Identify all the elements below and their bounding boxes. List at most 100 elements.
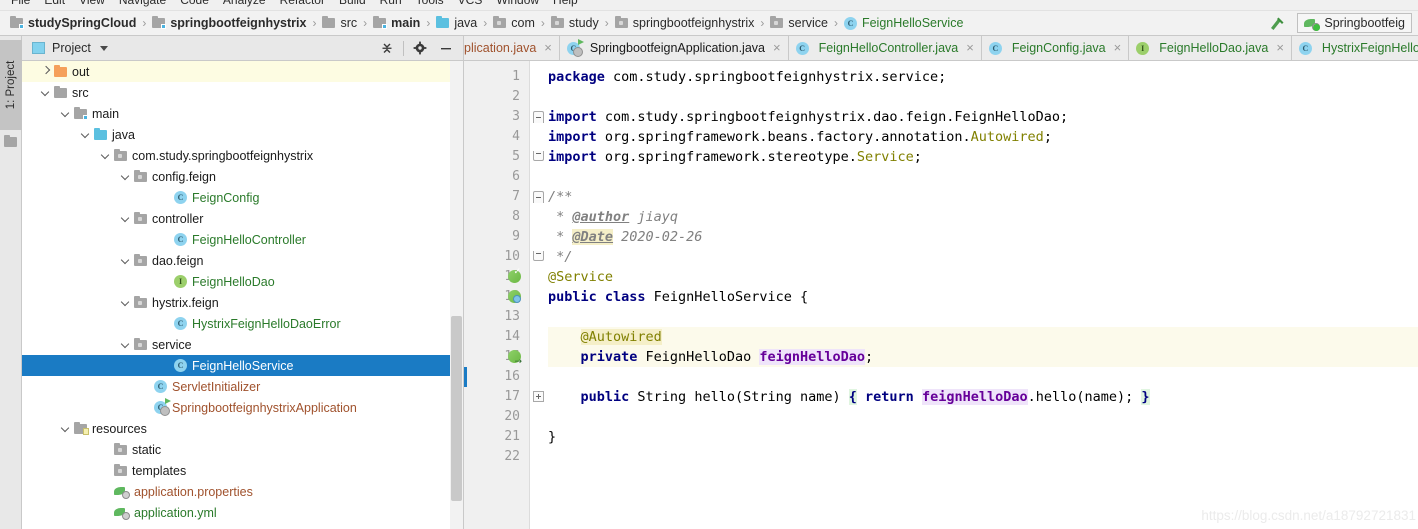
tree-node-feignhelloservice[interactable]: C FeignHelloService [22,355,450,376]
editor-tab-hystrixfeignhello[interactable]: C HystrixFeignHello [1291,36,1418,60]
tree-node-service[interactable]: service [22,334,450,355]
breadcrumb-item-springbootfeignhystrix[interactable]: springbootfeignhystrix [614,16,754,30]
fold-expand-method-icon[interactable] [533,391,544,402]
breadcrumb-item-java[interactable]: java [436,16,477,30]
menu-item-code[interactable]: Code [173,0,216,6]
editor-tab-springbootfeignapplication-java[interactable]: C SpringbootfeignApplication.java × [559,36,789,60]
menu-item-file[interactable]: File [4,0,37,6]
tool-window-tab-project[interactable]: 1: Project [0,40,22,130]
menu-item-run[interactable]: Run [373,0,409,6]
chevron-down-icon[interactable] [120,339,131,350]
spring-leaf-icon [577,38,584,45]
fold-javadoc-start-icon[interactable] [533,191,544,203]
breadcrumb-item-service[interactable]: service [770,16,828,30]
spring-autowire-icon[interactable] [508,350,522,367]
tree-node-application-properties[interactable]: application.properties [22,481,450,502]
code-token: ; [1043,129,1052,145]
scrollbar-thumb[interactable] [451,316,462,501]
menu-item-refactor[interactable]: Refactor [273,0,332,6]
chevron-down-icon[interactable] [100,150,111,161]
line-number-22: 22 [504,449,520,464]
tree-node-hystrix-feign[interactable]: hystrix.feign [22,292,450,313]
close-icon[interactable]: × [966,41,974,54]
chevron-down-icon[interactable] [120,297,131,308]
tree-node-dao-feign[interactable]: dao.feign [22,250,450,271]
editor-code-area[interactable]: package com.study.springbootfeignhystrix… [548,61,1418,529]
chevron-down-icon[interactable] [60,108,71,119]
editor-tab-feignhellodao-java[interactable]: I FeignHelloDao.java × [1129,36,1292,60]
breadcrumb-item-studyspringcloud[interactable]: studySpringCloud [10,16,136,30]
breadcrumb-item-study[interactable]: study [550,16,599,30]
tree-node-springbootfeignhystrixapplication[interactable]: C SpringbootfeignhystrixApplication [22,397,450,418]
tree-node-static[interactable]: static [22,439,450,460]
close-icon[interactable]: × [544,41,552,54]
fold-imports-end-icon[interactable] [533,151,544,161]
menu-item-edit[interactable]: Edit [37,0,72,6]
editor-fold-column[interactable] [530,61,548,529]
chevron-down-icon[interactable] [120,255,131,266]
chevron-down-icon[interactable] [80,129,91,140]
spring-bean-check-icon[interactable] [508,267,522,284]
menu-item-build[interactable]: Build [332,0,373,6]
project-tree-scrollbar[interactable] [450,61,463,529]
tree-node-templates[interactable]: templates [22,460,450,481]
build-hammer-icon[interactable] [1267,14,1287,32]
breadcrumb-item-springbootfeignhystrix[interactable]: springbootfeignhystrix [152,16,306,30]
editor-gutter[interactable]: 1234567891011121314151617202122 [464,61,530,529]
close-icon[interactable]: × [1114,41,1122,54]
tree-node-servletinitializer[interactable]: C ServletInitializer [22,376,450,397]
menu-item-vcs[interactable]: VCS [451,0,490,6]
chevron-down-icon[interactable] [99,45,108,51]
breadcrumb-item-feignhelloservice[interactable]: C FeignHelloService [843,16,963,30]
tree-node-com-study-springbootfeignhystrix[interactable]: com.study.springbootfeignhystrix [22,145,450,166]
spring-bean-icon[interactable] [508,290,522,304]
tree-node-feignhellodao[interactable]: I FeignHelloDao [22,271,450,292]
tree-node-main[interactable]: main [22,103,450,124]
chevron-down-icon[interactable] [120,171,131,182]
project-tree[interactable]: out src main java com.study.springbootfeignh… [22,61,450,529]
menu-item-window[interactable]: Window [489,0,546,6]
chevron-down-icon[interactable] [60,423,71,434]
menu-item-view[interactable]: View [72,0,112,6]
fold-imports-start-icon[interactable] [533,111,544,123]
breadcrumb-item-main[interactable]: main [373,16,420,30]
structure-folder-icon[interactable] [4,135,22,150]
tree-node-config-feign[interactable]: config.feign [22,166,450,187]
tree-node-java[interactable]: java [22,124,450,145]
editor-tab-feignhellocontroller-java[interactable]: C FeignHelloController.java × [788,36,982,60]
code-token: com.study.springbootfeignhystrix.service… [613,69,947,85]
menu-item-navigate[interactable]: Navigate [112,0,173,6]
tree-node-src[interactable]: src [22,82,450,103]
tree-node-feignconfig[interactable]: C FeignConfig [22,187,450,208]
run-configuration-selector[interactable]: Springbootfeig [1297,13,1412,33]
tree-node-resources[interactable]: resources [22,418,450,439]
code-token: org.springframework.stereotype. [604,149,857,165]
breadcrumb-item-src[interactable]: src [322,16,357,30]
gear-icon[interactable] [407,37,433,59]
tree-node-controller[interactable]: controller [22,208,450,229]
minimize-icon[interactable] [433,37,459,59]
tree-node-out[interactable]: out [22,61,450,82]
tree-node-hystrixfeignhellodaoerror[interactable]: C HystrixFeignHelloDaoError [22,313,450,334]
chevron-right-icon[interactable] [40,66,51,77]
menu-item-help[interactable]: Help [546,0,585,6]
code-editor[interactable]: 1234567891011121314151617202122 package … [464,61,1418,529]
editor-tab-feignconfig-java[interactable]: C FeignConfig.java × [981,36,1130,60]
close-icon[interactable]: × [1276,41,1284,54]
breadcrumb-item-com[interactable]: com [493,16,535,30]
class-icon: C [843,16,857,30]
fold-javadoc-end-icon[interactable] [533,251,544,261]
menu-item-tools[interactable]: Tools [409,0,451,6]
chevron-down-icon[interactable] [40,87,51,98]
tree-node-application-yml[interactable]: application.yml [22,502,450,523]
code-token: String hello(String name) [637,389,849,405]
menu-item-analyze[interactable]: Analyze [216,0,273,6]
close-icon[interactable]: × [773,41,781,54]
tree-node-feignhellocontroller[interactable]: C FeignHelloController [22,229,450,250]
folder-icon [322,16,336,28]
package-dot-icon [774,21,779,25]
editor-tab-plication-java[interactable]: plication.java × [464,36,560,60]
collapse-all-icon[interactable] [374,37,400,59]
chevron-down-icon[interactable] [120,213,131,224]
project-view-selector[interactable]: Project [26,41,374,55]
